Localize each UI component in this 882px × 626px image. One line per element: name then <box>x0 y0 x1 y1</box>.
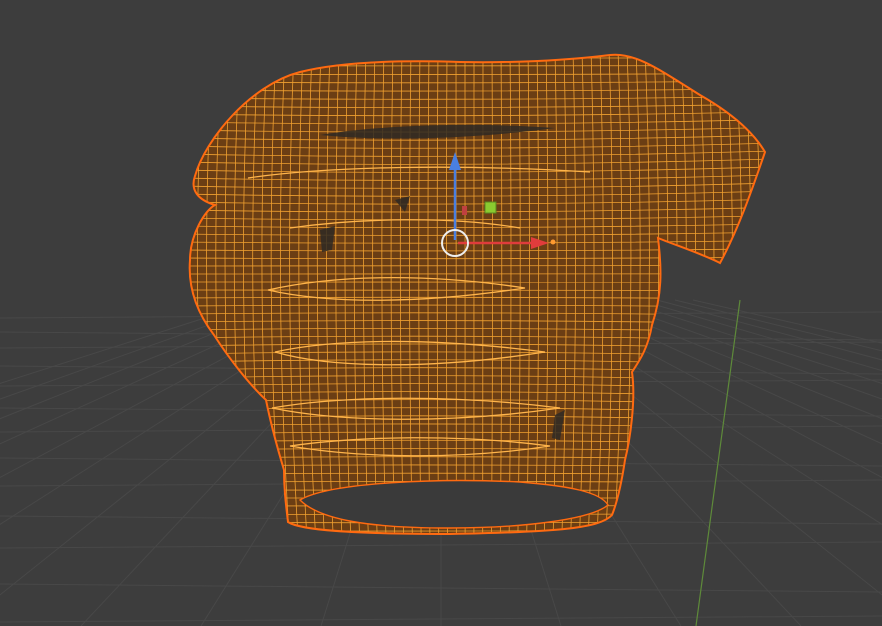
wire-line <box>189 65 766 67</box>
grid-line <box>674 299 882 352</box>
gizmo-plane-handle-icon[interactable] <box>484 201 497 214</box>
gizmo-x-endpoint-icon[interactable] <box>550 239 556 245</box>
wire-line <box>189 54 194 534</box>
grid-line <box>692 299 882 344</box>
y-axis-line <box>695 299 741 626</box>
wire-line <box>754 54 766 534</box>
gizmo-plane-handle-red-icon[interactable] <box>462 206 467 215</box>
grid-line <box>620 299 882 384</box>
tshirt-mesh[interactable] <box>179 50 770 540</box>
grid-line <box>638 299 882 372</box>
viewport-scene[interactable] <box>0 0 882 626</box>
3d-viewport[interactable] <box>0 0 882 626</box>
grid-line <box>0 299 262 384</box>
grid-line <box>656 299 882 361</box>
wire-line <box>745 54 761 534</box>
